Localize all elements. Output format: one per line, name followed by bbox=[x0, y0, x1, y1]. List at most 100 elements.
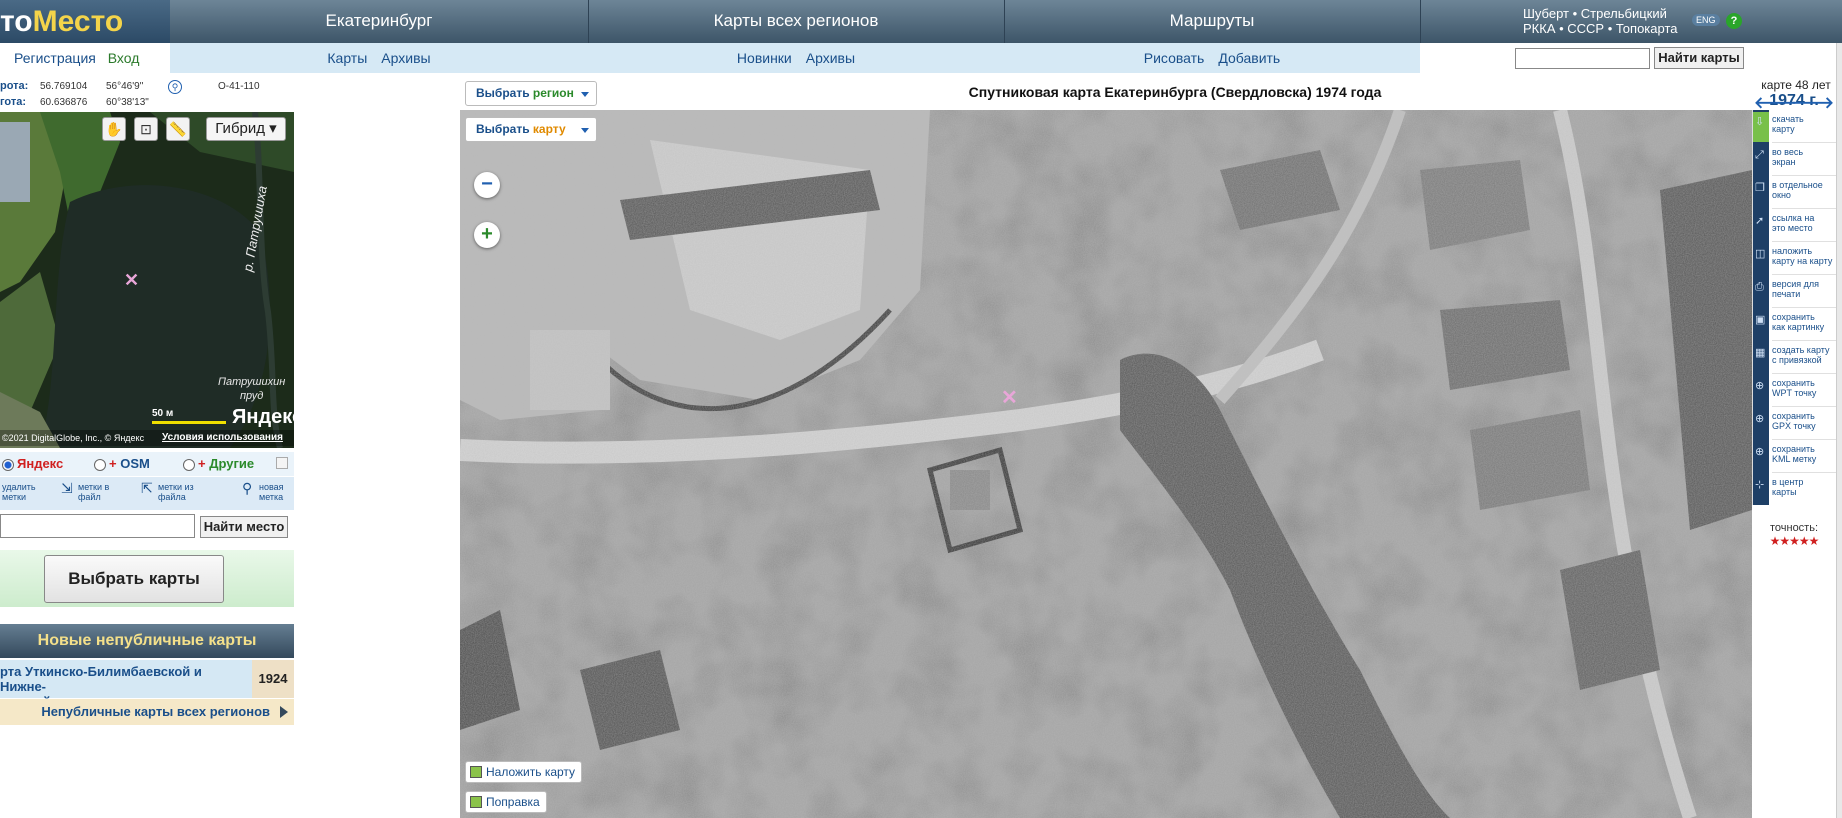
download-icon: ⇩ bbox=[1755, 116, 1765, 128]
header-map-links[interactable]: Шуберт • Стрельбицкий РККА • СССР • Топо… bbox=[1523, 6, 1677, 36]
place-search-input[interactable] bbox=[0, 514, 195, 538]
latitude-label: рота: bbox=[0, 80, 29, 92]
nav-routes[interactable]: Маршруты bbox=[1004, 0, 1420, 43]
markers-from-file-tool[interactable]: ⇱ метки из файла bbox=[141, 481, 194, 502]
source-osm-radio[interactable]: + OSM bbox=[94, 456, 150, 471]
nav-all-regions[interactable]: Карты всех регионов bbox=[588, 0, 1004, 43]
zoom-box-icon[interactable]: ⊡ bbox=[134, 117, 158, 141]
radio-icon bbox=[183, 458, 195, 471]
tool-label-line2: метка bbox=[259, 492, 284, 502]
subnav-archives2-link[interactable]: Архивы bbox=[806, 50, 855, 66]
logo-text-b: Место bbox=[32, 5, 124, 38]
subnav-routes: Рисовать Добавить bbox=[1004, 43, 1420, 73]
ruler-icon[interactable]: 📏 bbox=[166, 117, 190, 141]
action-overlay[interactable]: ◫ наложить карту на карту bbox=[1755, 242, 1836, 275]
action-label-line1: в отдельное bbox=[1772, 180, 1823, 190]
select-region-dropdown[interactable]: Выбрать регион bbox=[465, 81, 597, 106]
source-yandex-radio[interactable]: Яндекс bbox=[2, 456, 63, 471]
action-label-line2: карту на карту bbox=[1772, 256, 1833, 266]
export-icon: ⇲ bbox=[61, 480, 73, 496]
action-label-line1: ссылка на bbox=[1772, 213, 1815, 223]
tool-label-line2: метки bbox=[2, 492, 26, 502]
page-scrollbar[interactable] bbox=[1836, 43, 1842, 818]
help-icon[interactable]: ? bbox=[1726, 13, 1742, 29]
fullscreen-icon: ⤢ bbox=[1755, 149, 1764, 161]
auth-links: Регистрация Вход bbox=[0, 43, 170, 73]
overlay-map-button[interactable]: Наложить карту bbox=[465, 761, 583, 783]
action-fullscreen[interactable]: ⤢ во весь экран bbox=[1755, 143, 1836, 176]
subnav-news-link[interactable]: Новинки bbox=[737, 50, 792, 66]
action-save-kml[interactable]: ⊕ сохранить KML метку bbox=[1755, 440, 1836, 473]
map-type-select[interactable]: Гибрид ▾ bbox=[206, 117, 286, 141]
settings-icon[interactable] bbox=[276, 457, 288, 469]
find-maps-button[interactable]: Найти карты bbox=[1654, 47, 1744, 69]
plus-icon: + bbox=[198, 456, 206, 471]
target-icon: ⊹ bbox=[1755, 479, 1765, 491]
nav-city[interactable]: Екатеринбург bbox=[170, 0, 588, 43]
top-header: тоМесто Екатеринбург Карты всех регионов… bbox=[0, 0, 1842, 43]
longitude-dms: 60°38'13" bbox=[106, 97, 149, 108]
compass-icon[interactable]: ⚲ bbox=[168, 80, 182, 94]
cursor-icon: ➚ bbox=[1755, 215, 1765, 227]
latitude-dms: 56°46'9" bbox=[106, 81, 144, 92]
correction-button[interactable]: Поправка bbox=[465, 791, 547, 813]
language-switch[interactable]: ENG bbox=[1692, 14, 1720, 26]
source-osm-label: OSM bbox=[120, 456, 150, 471]
image-icon: ▣ bbox=[1755, 314, 1766, 326]
action-print[interactable]: ⎙ версия для печати bbox=[1755, 275, 1836, 308]
action-save-gpx[interactable]: ⊕ сохранить GPX точку bbox=[1755, 407, 1836, 440]
site-logo[interactable]: тоМесто bbox=[0, 0, 170, 43]
action-center-map[interactable]: ⊹ в центр карты bbox=[1755, 473, 1836, 506]
crosshair-icon: ✕ bbox=[1001, 387, 1018, 409]
all-private-maps-link[interactable]: Непубличные карты всех регионов bbox=[0, 699, 294, 725]
longitude-label: гота: bbox=[0, 96, 27, 108]
login-link[interactable]: Вход bbox=[108, 50, 140, 66]
zoom-out-button[interactable]: − bbox=[474, 172, 500, 198]
map-search-input[interactable] bbox=[1515, 48, 1650, 69]
marker-tools: удалить метки ⇲ метки в файл ⇱ метки из файла… bbox=[0, 477, 294, 510]
map-year-nav: 🡐 1974 г. 🡒 bbox=[1752, 92, 1836, 112]
register-link[interactable]: Регистрация bbox=[14, 50, 96, 66]
arrow-right-icon bbox=[280, 706, 288, 718]
action-label-line1: наложить bbox=[1772, 246, 1813, 256]
pond-label-line1: Патрушихин bbox=[218, 376, 286, 388]
tool-label-line1: новая bbox=[259, 482, 284, 492]
select-map-dropdown[interactable]: Выбрать карту bbox=[465, 117, 597, 142]
action-save-wpt[interactable]: ⊕ сохранить WPT точку bbox=[1755, 374, 1836, 407]
grid-icon: ▦ bbox=[1755, 347, 1766, 359]
subnav-draw-link[interactable]: Рисовать bbox=[1144, 50, 1205, 66]
new-map-item[interactable]: рта Уткинско-Билимбаевской и Нижне-гинск… bbox=[0, 660, 294, 709]
tool-label-line2: файл bbox=[78, 492, 101, 502]
layers-icon: ◫ bbox=[1755, 248, 1766, 260]
kml-icon: ⊕ bbox=[1755, 446, 1765, 458]
chevron-down-icon bbox=[581, 128, 589, 133]
wpt-icon: ⊕ bbox=[1755, 380, 1765, 392]
action-link-here[interactable]: ➚ ссылка на это место bbox=[1755, 209, 1836, 242]
subnav-maps-link[interactable]: Карты bbox=[327, 50, 367, 66]
delete-markers-tool[interactable]: удалить метки bbox=[2, 482, 36, 502]
action-georef-map[interactable]: ▦ создать карту с привязкой bbox=[1755, 341, 1836, 374]
accuracy-stars: ★★★★★ bbox=[1769, 534, 1820, 548]
subnav-archives-link[interactable]: Архивы bbox=[381, 50, 430, 66]
source-other-radio[interactable]: + Другие bbox=[183, 456, 254, 471]
markers-to-file-tool[interactable]: ⇲ метки в файл bbox=[61, 481, 110, 502]
zoom-in-button[interactable]: + bbox=[474, 222, 500, 248]
find-place-button[interactable]: Найти место bbox=[200, 516, 288, 538]
subnav-add-link[interactable]: Добавить bbox=[1218, 50, 1280, 66]
tool-label-line1: метки в bbox=[78, 482, 110, 492]
action-label-line2: как картинку bbox=[1772, 322, 1825, 332]
overlay-map-label: Наложить карту bbox=[486, 765, 576, 779]
main-map[interactable]: ✕ bbox=[460, 110, 1752, 818]
action-download-map[interactable]: ⇩ скачать карту bbox=[1755, 110, 1836, 143]
action-label-line2: карту bbox=[1772, 124, 1795, 134]
pan-hand-icon[interactable]: ✋ bbox=[102, 117, 126, 141]
new-marker-tool[interactable]: ⚲ новая метка bbox=[242, 481, 284, 502]
latitude-decimal: 56.769104 bbox=[40, 81, 88, 92]
header-links-line2[interactable]: РККА • СССР • Топокарта bbox=[1523, 21, 1677, 36]
scale-bar bbox=[152, 421, 226, 424]
header-links-line1[interactable]: Шуберт • Стрельбицкий bbox=[1523, 6, 1677, 21]
choose-maps-button[interactable]: Выбрать карты bbox=[44, 555, 224, 603]
action-save-image[interactable]: ▣ сохранить как картинку bbox=[1755, 308, 1836, 341]
action-new-window[interactable]: ❐ в отдельное окно bbox=[1755, 176, 1836, 209]
terms-link[interactable]: Условия использования bbox=[162, 430, 283, 446]
